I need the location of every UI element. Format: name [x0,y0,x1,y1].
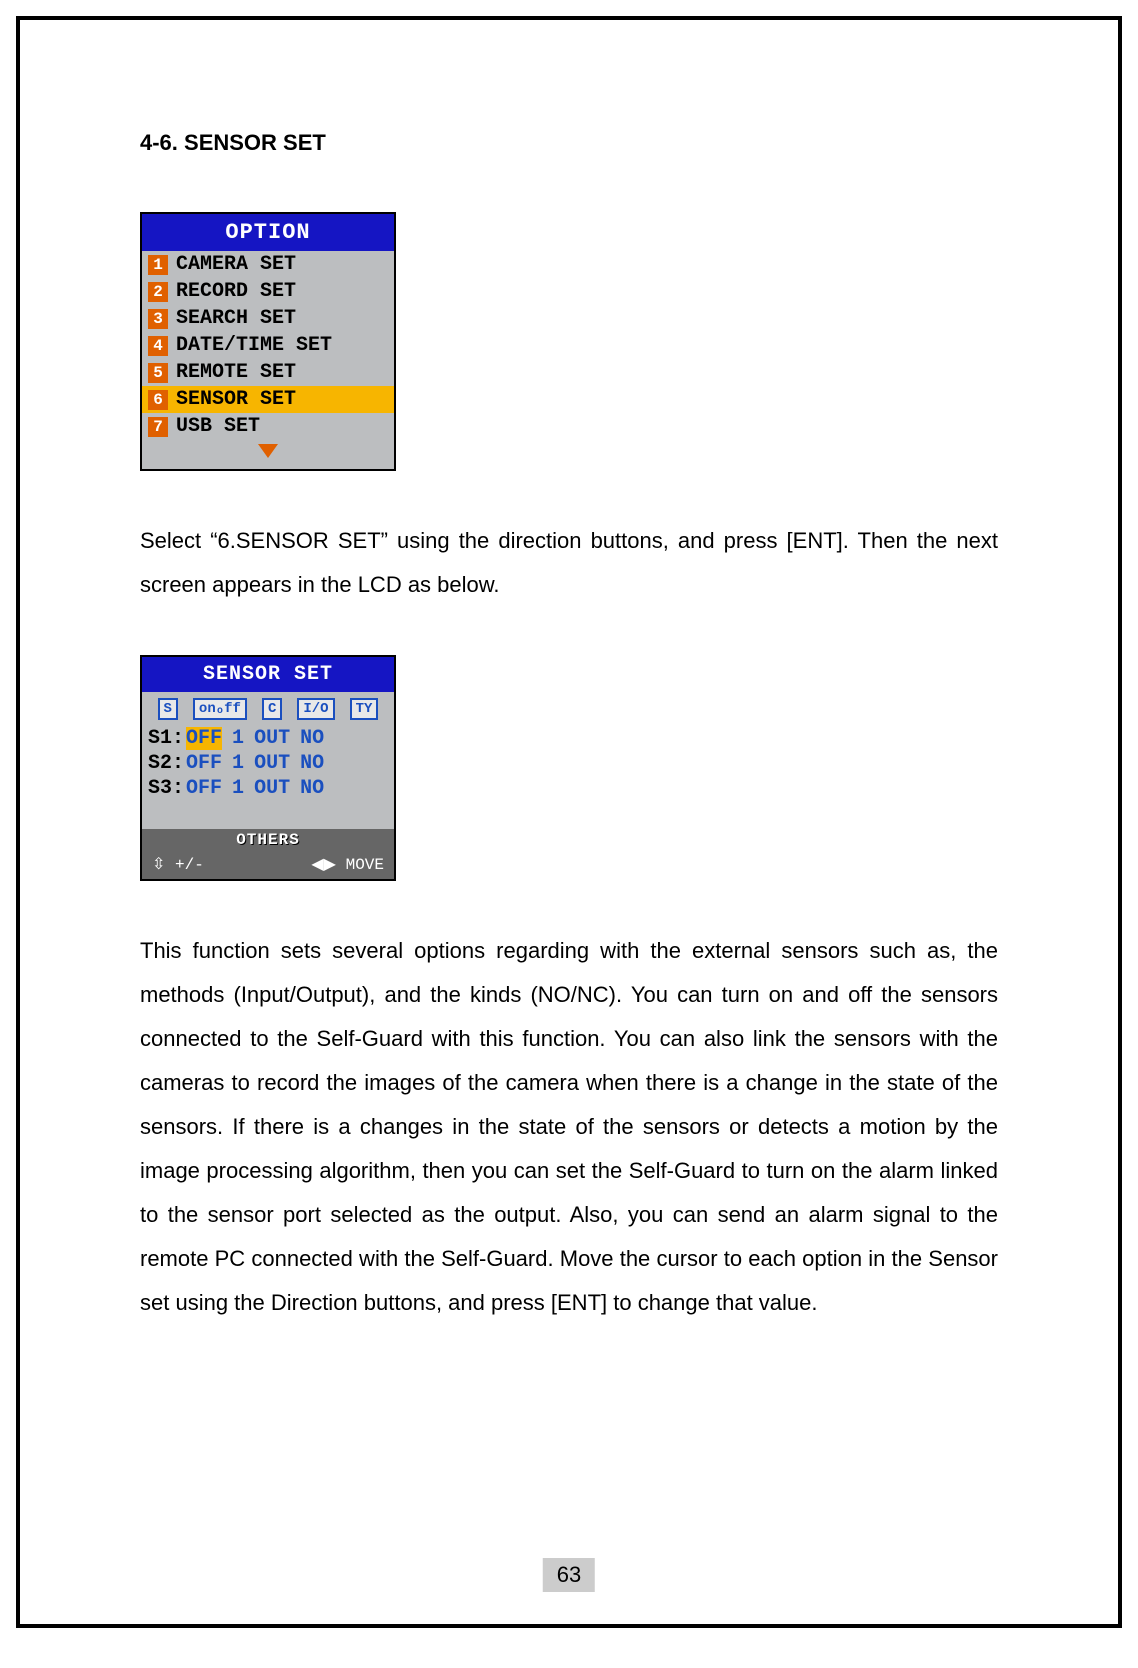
option-menu-title: OPTION [142,214,394,251]
col-header-ty: TY [350,698,379,720]
footer-plusminus: ⇳ +/- [152,854,204,874]
sensor-io[interactable]: OUT [254,777,290,800]
option-label: DATE/TIME SET [176,334,332,357]
option-item-remote-set[interactable]: 5 REMOTE SET [142,359,394,386]
sensor-io[interactable]: OUT [254,727,290,750]
col-header-c: C [262,698,282,720]
footer-move: ◀▶ MOVE [311,854,384,874]
sensor-row-s2[interactable]: S2: OFF 1 OUT NO [148,751,388,776]
option-label: CAMERA SET [176,253,296,276]
option-menu: OPTION 1 CAMERA SET 2 RECORD SET 3 SEARC… [140,212,396,471]
sensor-set-menu: SENSOR SET S onₒff C I/O TY S1: OFF 1 OU… [140,655,396,881]
sensor-c[interactable]: 1 [232,777,244,800]
option-label: USB SET [176,415,260,438]
option-item-search-set[interactable]: 3 SEARCH SET [142,305,394,332]
sensor-name: S2: [148,752,184,775]
option-number: 3 [148,309,168,329]
sensor-header-row: S onₒff C I/O TY [142,692,394,726]
chevron-down-icon [258,444,278,458]
sensor-c[interactable]: 1 [232,727,244,750]
option-label: REMOTE SET [176,361,296,384]
sensor-ty[interactable]: NO [300,777,324,800]
option-item-usb-set[interactable]: 7 USB SET [142,413,394,440]
sensor-ty[interactable]: NO [300,752,324,775]
sensor-name: S3: [148,777,184,800]
option-number: 2 [148,282,168,302]
page-number: 63 [543,1558,595,1592]
sensor-onoff[interactable]: OFF [186,777,222,800]
option-number: 6 [148,390,168,410]
option-number: 7 [148,417,168,437]
option-item-datetime-set[interactable]: 4 DATE/TIME SET [142,332,394,359]
col-header-s: S [158,698,178,720]
paragraph-1: Select “6.SENSOR SET” using the directio… [140,519,998,607]
sensor-onoff[interactable]: OFF [186,752,222,775]
others-button[interactable]: OTHERS [142,829,394,851]
option-number: 1 [148,255,168,275]
sensor-row-s1[interactable]: S1: OFF 1 OUT NO [148,726,388,751]
option-item-sensor-set[interactable]: 6 SENSOR SET [142,386,394,413]
option-label: RECORD SET [176,280,296,303]
updown-icon: ⇳ [152,856,165,873]
sensor-ty[interactable]: NO [300,727,324,750]
sensor-onoff[interactable]: OFF [186,727,222,750]
page: 4-6. SENSOR SET OPTION 1 CAMERA SET 2 RE… [16,16,1122,1628]
sensor-set-title: SENSOR SET [142,657,394,692]
col-header-onoff: onₒff [193,698,247,720]
section-title: 4-6. SENSOR SET [140,130,998,156]
sensor-io[interactable]: OUT [254,752,290,775]
paragraph-2: This function sets several options regar… [140,929,998,1325]
scroll-down[interactable] [142,440,394,469]
option-label: SEARCH SET [176,307,296,330]
option-number: 4 [148,336,168,356]
option-item-camera-set[interactable]: 1 CAMERA SET [142,251,394,278]
sensor-c[interactable]: 1 [232,752,244,775]
option-label: SENSOR SET [176,388,296,411]
col-header-io: I/O [297,698,334,720]
leftright-icon: ◀▶ [311,856,336,873]
sensor-rows: S1: OFF 1 OUT NO S2: OFF 1 OUT NO S3: OF… [142,726,394,829]
option-number: 5 [148,363,168,383]
sensor-row-s3[interactable]: S3: OFF 1 OUT NO [148,776,388,801]
sensor-footer: ⇳ +/- ◀▶ MOVE [142,851,394,879]
option-item-record-set[interactable]: 2 RECORD SET [142,278,394,305]
sensor-name: S1: [148,727,184,750]
